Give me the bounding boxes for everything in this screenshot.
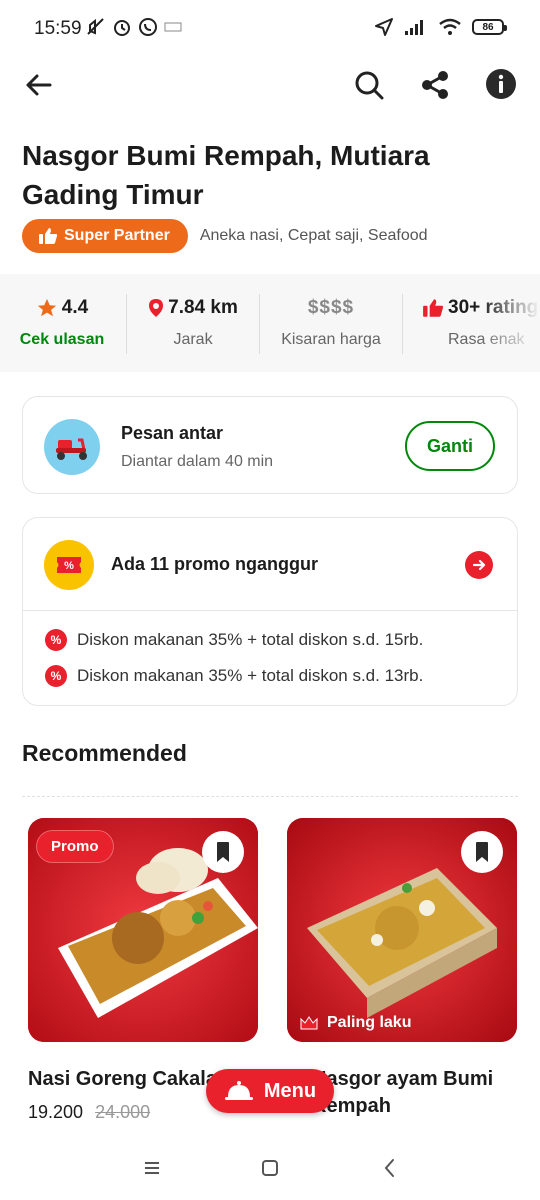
alarm-icon xyxy=(114,20,130,36)
stats-strip: 4.4 Cek ulasan 7.84 km Jarak $$$$ Kisara… xyxy=(0,274,540,372)
back-arrow-icon[interactable] xyxy=(22,68,56,102)
promo-tag: Promo xyxy=(36,830,114,863)
restaurant-badges: Super Partner Aneka nasi, Cepat saji, Se… xyxy=(22,219,428,253)
status-icons-right: 86 xyxy=(374,17,507,37)
best-seller-tag: Paling laku xyxy=(299,1014,411,1032)
delivery-eta: Diantar dalam 40 min xyxy=(121,453,274,470)
info-icon[interactable] xyxy=(485,68,517,100)
rating-link[interactable]: Cek ulasan xyxy=(20,331,104,349)
rating-value: 4.4 xyxy=(61,297,89,318)
food-image-card[interactable]: Promo xyxy=(28,818,258,1042)
cloche-icon xyxy=(224,1081,253,1100)
share-icon[interactable] xyxy=(418,68,452,102)
price-range-value: $$$$ xyxy=(307,297,355,318)
promo-item: % Diskon makanan 35% + total diskon s.d.… xyxy=(45,629,423,651)
promo-title: Ada 11 promo nganggur xyxy=(111,554,319,574)
menu-button-label: Menu xyxy=(263,1079,317,1102)
change-delivery-button[interactable]: Ganti xyxy=(405,421,495,471)
promo-item-text: Diskon makanan 35% + total diskon s.d. 1… xyxy=(77,666,424,685)
home-icon[interactable] xyxy=(258,1156,282,1180)
recent-apps-icon[interactable] xyxy=(140,1156,164,1180)
best-seller-label: Paling laku xyxy=(327,1014,412,1031)
section-divider xyxy=(22,796,518,797)
stat-price-range: $$$$ Kisaran harga xyxy=(265,274,397,372)
current-price: 19.200 xyxy=(28,1102,84,1122)
cuisine-list: Aneka nasi, Cepat saji, Seafood xyxy=(199,227,428,244)
signal-icon xyxy=(405,20,423,35)
promo-ticket-icon: % xyxy=(44,540,94,590)
delivery-title: Pesan antar xyxy=(121,423,224,443)
system-navigation-bar xyxy=(0,1136,540,1200)
stat-divider xyxy=(126,294,127,354)
back-icon[interactable] xyxy=(378,1156,402,1180)
original-price: 24.000 xyxy=(95,1102,151,1122)
recommended-heading: Recommended xyxy=(22,740,187,766)
food-image-card[interactable]: Paling laku xyxy=(287,818,517,1042)
crown-icon xyxy=(300,1016,318,1030)
super-partner-label: Super Partner xyxy=(64,227,170,244)
stat-divider xyxy=(259,294,260,354)
whatsapp-icon xyxy=(139,18,157,36)
food-price: 19.200 24.000 xyxy=(28,1102,150,1123)
discount-icon: % xyxy=(45,629,67,651)
app-notification-icon xyxy=(164,22,182,32)
status-time: 15:59 xyxy=(34,18,82,39)
location-arrow-icon xyxy=(375,18,393,36)
stat-distance: 7.84 km Jarak xyxy=(132,274,254,372)
food-name[interactable]: Nasgor ayam Bumi Rempah xyxy=(312,1066,502,1120)
scooter-icon xyxy=(44,419,100,475)
svg-text:%: % xyxy=(64,560,74,572)
promo-item-text: Diskon makanan 35% + total diskon s.d. 1… xyxy=(77,630,424,649)
search-icon[interactable] xyxy=(352,68,386,102)
scroll-fade xyxy=(480,274,540,372)
thumbs-up-icon xyxy=(39,228,58,244)
location-pin-icon xyxy=(149,299,164,317)
price-range-label: Kisaran harga xyxy=(281,331,381,348)
arrow-right-icon[interactable] xyxy=(465,551,493,579)
super-partner-badge[interactable]: Super Partner xyxy=(22,219,188,253)
promo-header[interactable]: % Ada 11 promo nganggur xyxy=(23,518,517,611)
promo-item: % Diskon makanan 35% + total diskon s.d.… xyxy=(45,665,423,687)
menu-button[interactable]: Menu xyxy=(206,1069,334,1113)
star-icon xyxy=(37,298,56,317)
distance-value: 7.84 km xyxy=(168,297,238,318)
restaurant-name: Nasgor Bumi Rempah, Mutiara Gading Timur xyxy=(22,140,430,210)
promo-card: % Ada 11 promo nganggur % Diskon makanan… xyxy=(22,517,518,706)
stat-divider xyxy=(402,294,403,354)
top-bar xyxy=(0,60,540,110)
delivery-card: Pesan antar Diantar dalam 40 min Ganti xyxy=(22,396,518,494)
bookmark-icon[interactable] xyxy=(202,831,244,873)
discount-icon: % xyxy=(45,665,67,687)
battery-indicator: 86 xyxy=(472,19,507,35)
stat-rating[interactable]: 4.4 Cek ulasan xyxy=(14,274,110,372)
distance-label: Jarak xyxy=(173,331,213,348)
bookmark-icon[interactable] xyxy=(461,831,503,873)
mute-icon xyxy=(87,18,104,35)
status-bar: 15:59 86 xyxy=(0,0,540,60)
wifi-icon xyxy=(439,18,461,35)
thumbs-up-icon xyxy=(423,299,444,317)
status-icons-left xyxy=(86,17,182,37)
